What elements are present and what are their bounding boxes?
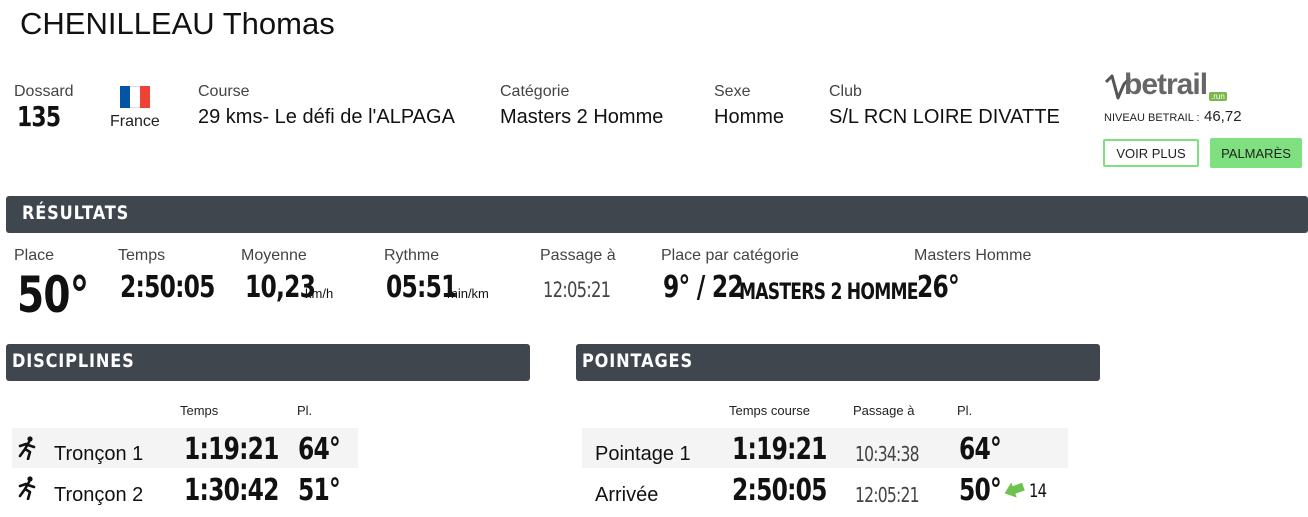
bib-value: 135 bbox=[17, 100, 61, 133]
sex-value: Homme bbox=[714, 106, 785, 128]
betrail-level-label: NIVEAU BETRAIL : bbox=[1104, 112, 1200, 124]
runner-icon bbox=[16, 476, 38, 500]
category-label: Catégorie bbox=[500, 83, 570, 100]
average-label: Moyenne bbox=[241, 247, 307, 264]
category-value: Masters 2 Homme bbox=[500, 106, 664, 128]
disciplines-title: DISCIPLINES bbox=[12, 350, 135, 372]
pointages-title: POINTAGES bbox=[582, 350, 693, 372]
table-row: Tronçon 1 1:19:21 64° bbox=[12, 428, 358, 468]
club-value: S/L RCN LOIRE DIVATTE bbox=[829, 106, 1060, 128]
masters-value: 26° bbox=[917, 270, 960, 305]
place-value: 50° bbox=[17, 266, 89, 324]
runner-icon bbox=[16, 436, 38, 460]
discipline-place: 51° bbox=[298, 473, 341, 508]
pointages-header: POINTAGES bbox=[576, 344, 1100, 381]
france-flag-icon bbox=[120, 86, 150, 108]
country-name: France bbox=[110, 113, 160, 130]
palmares-button[interactable]: PALMARÈS bbox=[1210, 138, 1302, 168]
discipline-time: 1:30:42 bbox=[184, 473, 279, 508]
position-gain: 14 bbox=[1029, 480, 1047, 502]
place-label: Place bbox=[14, 247, 55, 264]
pointages-col-passage: Passage à bbox=[853, 403, 915, 418]
passage-label: Passage à bbox=[540, 247, 616, 264]
discipline-name: Tronçon 1 bbox=[54, 443, 144, 465]
pointage-name: Arrivée bbox=[595, 484, 659, 506]
table-row: Tronçon 2 1:30:42 51° bbox=[12, 470, 358, 510]
pointage-passage: 12:05:21 bbox=[855, 483, 920, 507]
disciplines-header: DISCIPLINES bbox=[6, 344, 530, 381]
betrail-logo-text: betrail bbox=[1124, 68, 1208, 101]
pointage-time: 2:50:05 bbox=[732, 473, 827, 508]
athlete-name: CHENILLEAU Thomas bbox=[20, 6, 335, 41]
pointage-name: Pointage 1 bbox=[595, 443, 691, 465]
discipline-time: 1:19:21 bbox=[184, 432, 279, 467]
table-row: Arrivée 2:50:05 12:05:21 50° 14 bbox=[582, 470, 1068, 510]
betrail-logo-sub: .run bbox=[1209, 92, 1227, 101]
pointages-col-place: Pl. bbox=[957, 403, 973, 418]
passage-value: 12:05:21 bbox=[543, 278, 611, 302]
betrail-logo[interactable]: betrail .run bbox=[1104, 68, 1234, 104]
results-title: RÉSULTATS bbox=[22, 202, 130, 224]
arrow-up-icon bbox=[1002, 480, 1026, 505]
club-label: Club bbox=[829, 83, 862, 100]
pace-unit: min/km bbox=[447, 286, 489, 301]
pointage-passage: 10:34:38 bbox=[855, 442, 920, 466]
results-header: RÉSULTATS bbox=[6, 196, 1308, 233]
time-label: Temps bbox=[118, 247, 166, 264]
disciplines-col-place: Pl. bbox=[297, 403, 313, 418]
pace-label: Rythme bbox=[384, 247, 440, 264]
pointage-time: 1:19:21 bbox=[732, 432, 827, 467]
pointage-place: 64° bbox=[959, 432, 1002, 467]
course-value: 29 kms- Le défi de l'ALPAGA bbox=[198, 106, 455, 128]
betrail-level-value: 46,72 bbox=[1204, 108, 1242, 125]
bib-label: Dossard bbox=[14, 83, 74, 100]
discipline-name: Tronçon 2 bbox=[54, 484, 144, 506]
average-unit: km/h bbox=[305, 286, 334, 301]
table-row: Pointage 1 1:19:21 10:34:38 64° bbox=[582, 428, 1068, 468]
average-value: 10,23 bbox=[245, 270, 316, 305]
discipline-place: 64° bbox=[298, 432, 341, 467]
time-value: 2:50:05 bbox=[120, 270, 215, 305]
voir-plus-button[interactable]: VOIR PLUS bbox=[1103, 139, 1199, 167]
course-label: Course bbox=[198, 83, 250, 100]
pointages-col-time: Temps course bbox=[729, 403, 810, 418]
sex-label: Sexe bbox=[714, 83, 751, 100]
masters-label: Masters Homme bbox=[914, 247, 1032, 264]
disciplines-col-time: Temps bbox=[180, 403, 219, 418]
category-place-label: Place par catégorie bbox=[661, 247, 799, 264]
